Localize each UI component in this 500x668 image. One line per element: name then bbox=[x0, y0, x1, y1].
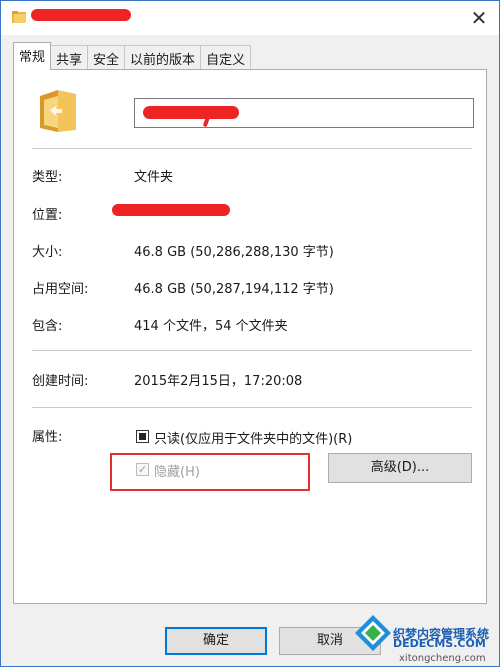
size-value: 46.8 GB (50,286,288,130 字节) bbox=[134, 245, 334, 260]
watermark-line3: xitongcheng.com bbox=[399, 653, 486, 664]
readonly-checkbox[interactable] bbox=[136, 430, 149, 443]
attributes-label: 属性: bbox=[32, 430, 63, 445]
contains-label: 包含: bbox=[32, 319, 63, 334]
disk-size-label: 占用空间: bbox=[32, 282, 89, 297]
tab-general[interactable]: 常规 bbox=[13, 42, 52, 70]
divider bbox=[32, 148, 472, 149]
watermark-logo-icon bbox=[355, 615, 391, 651]
ok-button[interactable]: 确定 bbox=[165, 627, 267, 655]
large-folder-icon bbox=[40, 90, 76, 132]
folder-name-input[interactable] bbox=[134, 98, 474, 128]
created-value: 2015年2月15日，17:20:08 bbox=[134, 374, 303, 389]
title-bar[interactable]: ✕ bbox=[1, 1, 499, 35]
type-value: 文件夹 bbox=[134, 170, 174, 185]
contains-value: 414 个文件，54 个文件夹 bbox=[134, 319, 288, 334]
created-label: 创建时间: bbox=[32, 374, 89, 389]
advanced-button[interactable]: 高级(D)... bbox=[328, 453, 472, 483]
close-icon: ✕ bbox=[470, 6, 488, 30]
tab-bar: 常规 共享 安全 以前的版本 自定义 bbox=[13, 42, 252, 70]
tab-customize[interactable]: 自定义 bbox=[200, 45, 252, 70]
highlight-box bbox=[110, 453, 310, 491]
close-button[interactable]: ✕ bbox=[465, 5, 493, 31]
size-label: 大小: bbox=[32, 245, 63, 260]
divider bbox=[32, 407, 472, 408]
type-label: 类型: bbox=[32, 170, 63, 185]
divider bbox=[32, 350, 472, 351]
folder-icon bbox=[12, 11, 26, 23]
disk-size-value: 46.8 GB (50,287,194,112 字节) bbox=[134, 282, 334, 297]
properties-window: ✕ 常规 共享 安全 以前的版本 自定义 类型: 文件夹 位置: 大小: 46.… bbox=[0, 0, 500, 667]
readonly-label[interactable]: 只读(仅应用于文件夹中的文件)(R) bbox=[154, 428, 352, 447]
tab-sharing[interactable]: 共享 bbox=[50, 45, 89, 70]
general-panel: 类型: 文件夹 位置: 大小: 46.8 GB (50,286,288,130 … bbox=[13, 69, 487, 604]
redaction-mark bbox=[112, 204, 230, 216]
tab-security[interactable]: 安全 bbox=[87, 45, 126, 70]
watermark-line2: DEDECMS.COM bbox=[393, 637, 486, 650]
redaction-mark bbox=[143, 106, 239, 119]
tab-previous-versions[interactable]: 以前的版本 bbox=[124, 45, 202, 70]
redaction-mark bbox=[31, 9, 131, 21]
watermark: 织梦内容管理系统 DEDECMS.COM xitongcheng.com bbox=[351, 601, 500, 668]
